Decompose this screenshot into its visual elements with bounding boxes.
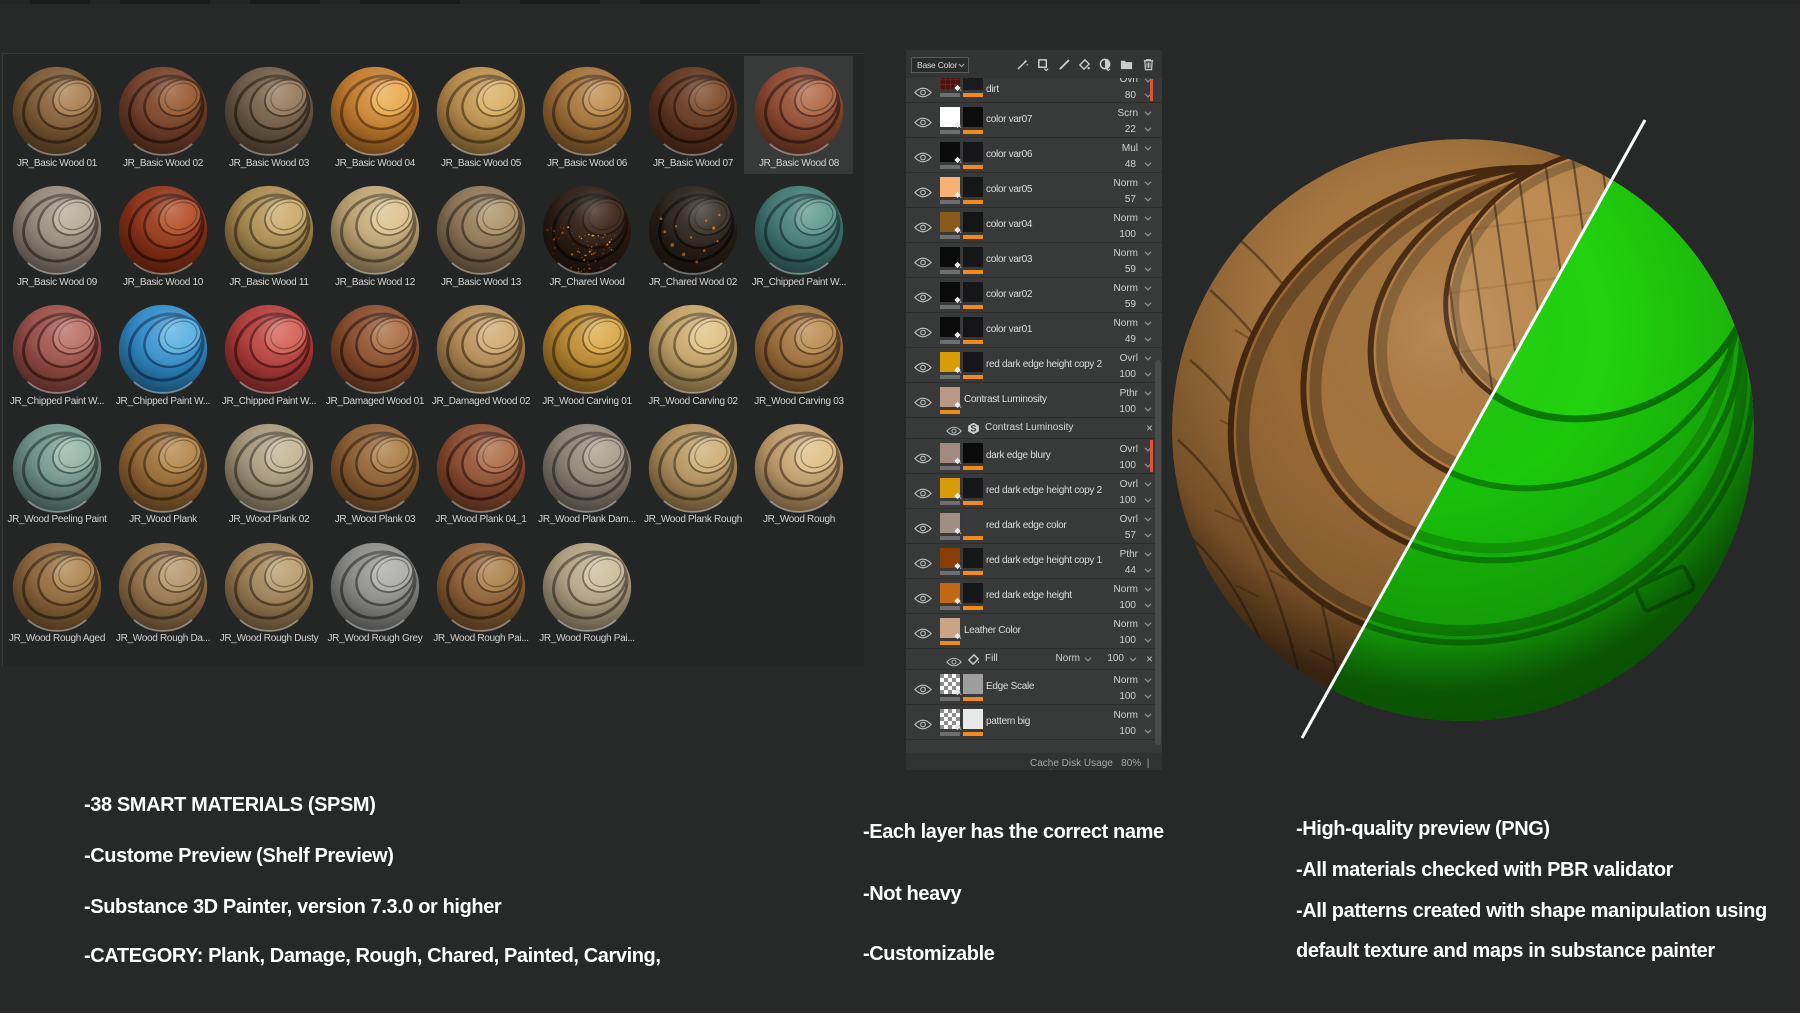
svg-text:S: S xyxy=(971,423,977,433)
